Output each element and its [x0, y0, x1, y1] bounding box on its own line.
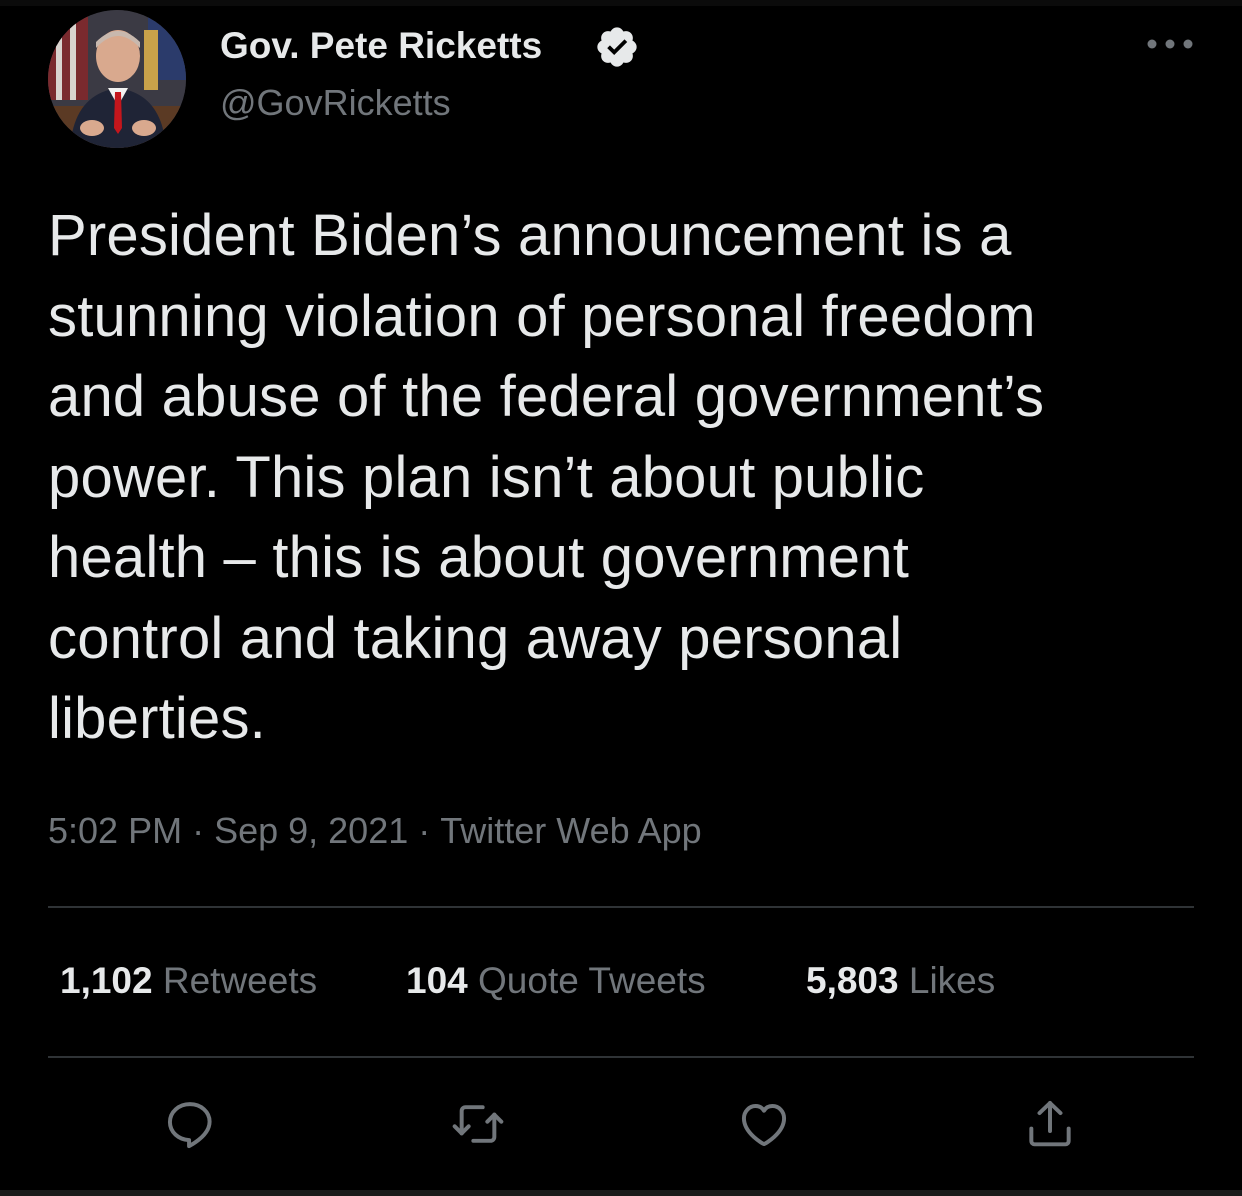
divider-top	[48, 906, 1194, 908]
meta-separator: ·	[418, 810, 431, 851]
quote-tweets-label: Quote Tweets	[478, 960, 706, 1001]
stat-retweets[interactable]: 1,102 Retweets	[60, 958, 317, 1004]
heart-icon[interactable]	[736, 1096, 792, 1152]
avatar[interactable]	[48, 10, 186, 148]
top-edge	[0, 0, 1242, 6]
verified-badge-icon	[597, 27, 637, 67]
retweets-label: Retweets	[162, 960, 318, 1001]
stat-likes[interactable]: 5,803 Likes	[806, 958, 995, 1004]
tweet-source[interactable]: Twitter Web App	[440, 810, 701, 851]
author-display-name[interactable]: Gov. Pete Ricketts	[220, 24, 542, 68]
tweet-time[interactable]: 5:02 PM	[48, 810, 182, 851]
likes-count: 5,803	[806, 960, 899, 1001]
likes-label: Likes	[908, 960, 996, 1001]
bottom-edge	[0, 1190, 1242, 1196]
tweet-date[interactable]: Sep 9, 2021	[214, 810, 408, 851]
divider-bottom	[48, 1056, 1194, 1058]
more-options-icon[interactable]	[1146, 34, 1194, 54]
author-handle[interactable]: @GovRicketts	[220, 82, 451, 124]
stat-quote-tweets[interactable]: 104 Quote Tweets	[406, 958, 706, 1004]
avatar-photo	[48, 10, 186, 148]
quote-tweets-count: 104	[406, 960, 468, 1001]
retweet-icon[interactable]	[450, 1096, 506, 1152]
tweet-text: President Biden’s announcement is a stun…	[48, 203, 1045, 751]
retweets-count: 1,102	[60, 960, 153, 1001]
meta-separator: ·	[192, 810, 205, 851]
tweet-meta: 5:02 PM · Sep 9, 2021 · Twitter Web App	[48, 808, 702, 854]
reply-icon[interactable]	[162, 1096, 218, 1152]
share-icon[interactable]	[1022, 1096, 1078, 1152]
